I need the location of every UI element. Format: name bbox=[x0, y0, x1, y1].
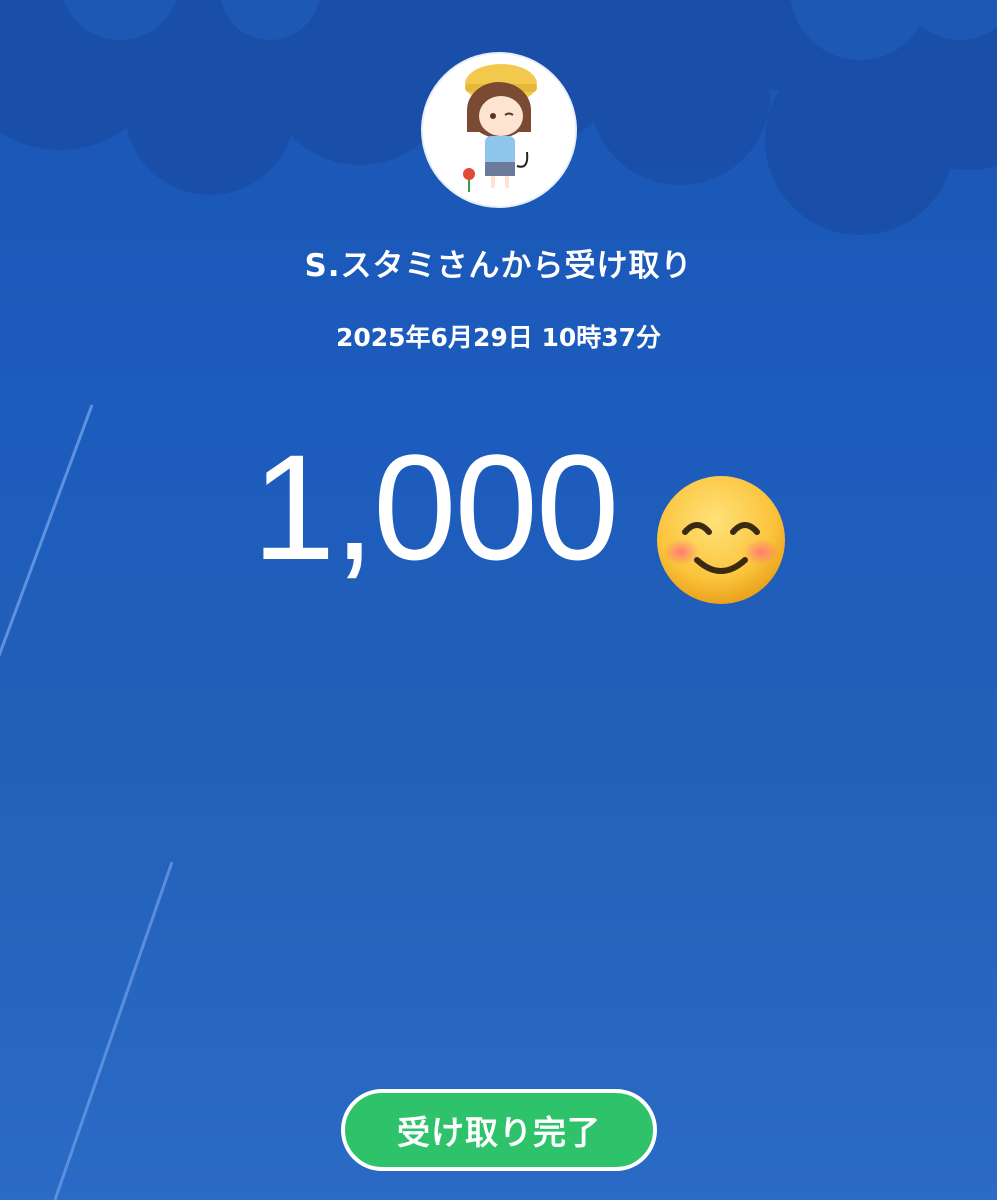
sender-avatar bbox=[423, 54, 575, 206]
received-timestamp: 2025年6月29日 10時37分 bbox=[335, 323, 662, 352]
received-amount: 1,000 bbox=[252, 423, 619, 591]
avatar-character-icon bbox=[423, 54, 575, 206]
receive-complete-button[interactable]: 受け取り完了 bbox=[341, 1089, 657, 1171]
sender-title: S.スタミさんから受け取り bbox=[304, 248, 693, 284]
amount-row: 1,000 bbox=[0, 432, 997, 612]
smiling-face-emoji-icon bbox=[657, 476, 785, 604]
streak-line bbox=[53, 861, 174, 1200]
